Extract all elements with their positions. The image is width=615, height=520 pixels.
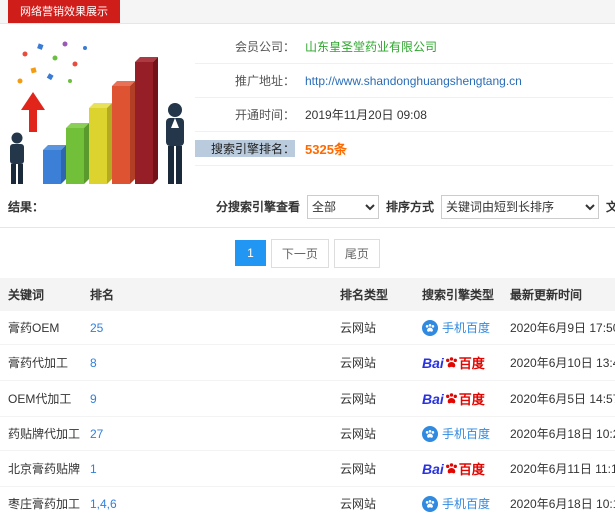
rank-type-cell: 云网站 [332,450,414,487]
baidu-logo-icon: Bai 百度 [422,460,485,478]
info-section: 会员公司： 山东皇圣堂药业有限公司推广地址： http://www.shandong… [0,24,615,186]
info-field-label: 搜索引擎排名： [195,140,295,157]
up-arrow-icon [21,92,45,132]
rank-cell[interactable]: 1 [82,450,332,487]
rank-cell[interactable]: 9 [82,380,332,417]
rank-cell[interactable]: 25 [82,311,332,345]
keyword-cell: 北京膏药贴牌 [0,450,82,487]
pagination: 1 下一页 尾页 [0,228,615,278]
table-row: 膏药代加工 8 云网站 Bai 百度 2020年6月10日 13:40 [0,344,615,381]
rank-cell[interactable]: 8 [82,344,332,381]
paw-icon [445,393,457,404]
engine-select[interactable]: 全部 [307,194,380,219]
engine-cell: 手机百度 [414,416,502,451]
filter-controls: 分搜索引擎查看 全部 排序方式 关键词由短到长排序 文章类型 全部 提交 [216,194,615,220]
rank-type-cell: 云网站 [332,416,414,451]
mobile-baidu-icon: 手机百度 [422,425,490,442]
info-field-label: 推广地址： [234,74,295,88]
info-fields: 会员公司： 山东皇圣堂药业有限公司推广地址： http://www.shandong… [195,30,615,186]
sort-select[interactable]: 关键词由短到长排序 [441,194,600,219]
keyword-cell: 膏药OEM [0,311,82,345]
info-field-label: 开通时间： [234,108,295,122]
info-field-value: 2019年11月20日 09:08 [305,108,427,122]
mobile-baidu-icon: 手机百度 [422,319,490,336]
promotion-url-link[interactable]: http://www.shandonghuangshengtang.cn [305,74,522,88]
engine-cell: Bai 百度 [414,344,502,381]
col-update-time: 最新更新时间 [502,278,615,311]
time-cell: 2020年6月9日 17:50 [502,311,615,345]
time-cell: 2020年6月18日 10:19 [502,486,615,520]
table-body: 膏药OEM 25 云网站 手机百度 2020年6月9日 17:50 膏药代加工 8 云网站 Ba… [0,311,615,520]
col-rank-type: 排名类型 [332,278,414,311]
rank-cell[interactable]: 1,4,6 [82,486,332,520]
rank-type-cell: 云网站 [332,486,414,520]
growth-chart-graphic [10,41,184,184]
engine-cell: Bai 百度 [414,450,502,487]
baidu-logo-icon: Bai 百度 [422,390,485,408]
last-page-button[interactable]: 尾页 [333,238,380,268]
info-field-row: 会员公司： 山东皇圣堂药业有限公司 [195,30,613,64]
info-field-value: 山东皇圣堂药业有限公司 [305,40,438,54]
rank-type-cell: 云网站 [332,380,414,417]
keyword-cell: OEM代加工 [0,380,82,417]
table-header-row: 关键词 排名 排名类型 搜索引擎类型 最新更新时间 [0,278,615,311]
businessman-left-graphic [10,132,24,184]
tab-marketing-display[interactable]: 网络营销效果展示 [8,0,120,23]
article-type-label: 文章类型 [606,198,615,215]
keyword-cell: 枣庄膏药加工 [0,486,82,520]
rank-type-cell: 云网站 [332,344,414,381]
table-row: OEM代加工 9 云网站 Bai 百度 2020年6月5日 14:57 [0,380,615,417]
col-engine-type: 搜索引擎类型 [414,278,502,311]
paw-icon [445,357,457,368]
paw-icon [425,499,435,508]
col-rank: 排名 [82,278,332,311]
bar-chart-illustration [0,30,195,186]
time-cell: 2020年6月5日 14:57 [502,380,615,417]
engine-filter-label: 分搜索引擎查看 [216,200,301,214]
mobile-baidu-icon: 手机百度 [422,495,490,512]
page-number-current[interactable]: 1 [235,240,266,266]
rank-cell[interactable]: 27 [82,416,332,451]
engine-cell: Bai 百度 [414,380,502,417]
table-row: 北京膏药贴牌 1 云网站 Bai 百度 2020年6月11日 11:18 [0,450,615,487]
table-row: 枣庄膏药加工 1,4,6 云网站 手机百度 2020年6月18日 10:19 [0,486,615,520]
paw-icon [445,463,457,474]
info-field-row: 搜索引擎排名： 5325条 [195,132,613,166]
time-cell: 2020年6月11日 11:18 [502,450,615,487]
engine-cell: 手机百度 [414,311,502,345]
keyword-cell: 药贴牌代加工 [0,416,82,451]
paw-icon [425,323,435,332]
next-page-button[interactable]: 下一页 [270,238,329,268]
result-label: 结果： [8,200,45,214]
info-field-row: 推广地址： http://www.shandonghuangshengtang.c… [195,64,613,98]
page: 网络营销效果展示 会员公司： 山东皇圣堂药业有限公司 推广地址： http://… [0,0,615,520]
topbar: 网络营销效果展示 [0,0,615,24]
engine-cell: 手机百度 [414,486,502,520]
keyword-cell: 膏药代加工 [0,344,82,381]
time-cell: 2020年6月10日 13:40 [502,344,615,381]
info-field-label: 会员公司： [234,40,295,54]
info-field-value: 5325条 [305,142,347,157]
table-row: 药贴牌代加工 27 云网站 手机百度 2020年6月18日 10:25 [0,416,615,451]
time-cell: 2020年6月18日 10:25 [502,416,615,451]
businessman-right-graphic [166,103,184,184]
info-field-row: 开通时间： 2019年11月20日 09:08 [195,98,613,132]
rank-type-cell: 云网站 [332,311,414,345]
filter-bar: 结果： 分搜索引擎查看 全部 排序方式 关键词由短到长排序 文章类型 全部 提交 [0,186,615,228]
table-row: 膏药OEM 25 云网站 手机百度 2020年6月9日 17:50 [0,311,615,345]
col-keyword: 关键词 [0,278,82,311]
sort-filter-label: 排序方式 [386,200,435,214]
keyword-rank-table: 关键词 排名 排名类型 搜索引擎类型 最新更新时间 膏药OEM 25 云网站 手机百度… [0,278,615,520]
baidu-logo-icon: Bai 百度 [422,354,485,372]
paw-icon [425,429,435,438]
